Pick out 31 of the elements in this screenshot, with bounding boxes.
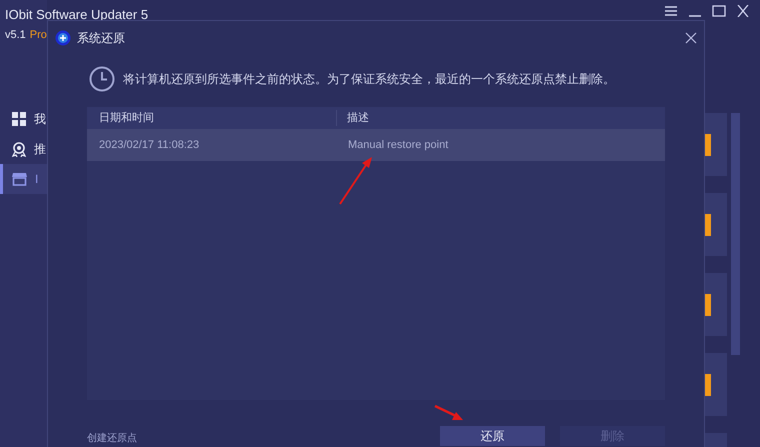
badge-icon — [12, 142, 26, 156]
status-bar — [705, 134, 711, 156]
table-row[interactable]: 2023/02/17 11:08:23 Manual restore point — [87, 129, 665, 161]
create-restore-point-link[interactable]: 创建还原点 — [87, 431, 440, 446]
annotation-arrow — [434, 404, 464, 422]
table-cell-text: Manual restore point — [347, 138, 448, 153]
store-icon — [12, 172, 27, 186]
grid-icon — [12, 112, 26, 126]
close-icon[interactable] — [736, 5, 750, 17]
status-bar — [705, 214, 711, 236]
column-header: 日期和时间 — [87, 110, 337, 126]
maximize-icon[interactable] — [712, 5, 726, 17]
status-bar — [705, 374, 711, 396]
sidebar-item[interactable]: 我 — [0, 104, 47, 134]
app-title: IObit Software Updater 5 — [5, 6, 148, 24]
dialog-title: 系统还原 — [77, 30, 126, 47]
annotation-arrow — [338, 156, 374, 206]
table-cell-text: 2023/02/17 11:08:23 — [98, 138, 200, 153]
menu-icon[interactable] — [664, 5, 678, 17]
close-icon[interactable] — [685, 32, 697, 44]
clock-icon — [89, 66, 115, 92]
sidebar-item[interactable]: I — [0, 164, 47, 194]
sidebar-item[interactable]: 推 — [0, 134, 47, 164]
scrollbar[interactable] — [731, 113, 740, 355]
dialog-button[interactable]: 还原 — [440, 426, 545, 446]
version-label: v5.1 — [5, 28, 26, 43]
info-message: 将计算机还原到所选事件之前的状态。为了保证系统安全，最近的一个系统还原点禁止删除。 — [123, 71, 615, 88]
edition-label: Pro — [30, 28, 47, 43]
app-logo-icon — [55, 30, 71, 46]
column-header: 描述 — [346, 110, 369, 126]
status-bar — [705, 294, 711, 316]
